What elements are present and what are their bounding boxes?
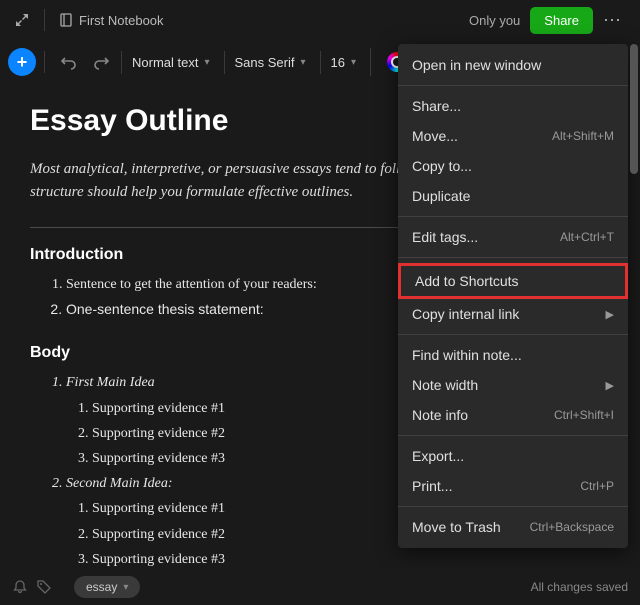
notebook-icon xyxy=(59,13,73,27)
status-bar: essay ▾ All changes saved xyxy=(0,569,640,605)
menu-duplicate[interactable]: Duplicate xyxy=(398,181,628,211)
chevron-down-icon: ▾ xyxy=(123,582,128,593)
menu-print[interactable]: Print...Ctrl+P xyxy=(398,471,628,501)
menu-move[interactable]: Move...Alt+Shift+M xyxy=(398,121,628,151)
shortcut-label: Alt+Ctrl+T xyxy=(560,230,614,244)
font-size-dropdown[interactable]: 16 ▾ xyxy=(320,51,367,74)
shortcut-label: Ctrl+P xyxy=(580,479,614,493)
redo-icon[interactable] xyxy=(85,53,117,71)
font-size-label: 16 xyxy=(331,55,345,70)
chevron-down-icon: ▾ xyxy=(351,57,356,68)
font-family-label: Sans Serif xyxy=(235,55,295,70)
menu-edit-tags[interactable]: Edit tags...Alt+Ctrl+T xyxy=(398,222,628,252)
notebook-name: First Notebook xyxy=(79,13,164,28)
menu-separator xyxy=(398,216,628,217)
font-family-dropdown[interactable]: Sans Serif ▾ xyxy=(224,51,316,74)
menu-separator xyxy=(398,334,628,335)
tag-icon[interactable] xyxy=(36,579,52,595)
notebook-button[interactable]: First Notebook xyxy=(53,9,170,32)
tag-pill[interactable]: essay ▾ xyxy=(74,576,140,598)
menu-separator xyxy=(398,85,628,86)
menu-separator xyxy=(398,506,628,507)
shortcut-label: Ctrl+Backspace xyxy=(530,520,614,534)
menu-copy-internal-link[interactable]: Copy internal link▶ xyxy=(398,299,628,329)
menu-share[interactable]: Share... xyxy=(398,91,628,121)
menu-export[interactable]: Export... xyxy=(398,441,628,471)
menu-copy-to[interactable]: Copy to... xyxy=(398,151,628,181)
expand-icon[interactable] xyxy=(8,6,36,34)
chevron-down-icon: ▾ xyxy=(300,57,305,68)
save-status: All changes saved xyxy=(531,580,628,594)
menu-separator xyxy=(398,435,628,436)
share-button[interactable]: Share xyxy=(530,7,593,34)
insert-button[interactable]: + xyxy=(8,48,36,76)
tag-label: essay xyxy=(86,580,117,594)
shortcut-label: Alt+Shift+M xyxy=(552,129,614,143)
menu-note-info[interactable]: Note infoCtrl+Shift+I xyxy=(398,400,628,430)
divider xyxy=(44,9,45,31)
undo-icon[interactable] xyxy=(53,53,85,71)
scrollbar-track[interactable] xyxy=(630,44,638,569)
chevron-down-icon: ▾ xyxy=(204,57,209,68)
more-icon[interactable]: ⋯ xyxy=(593,10,632,31)
shortcut-label: Ctrl+Shift+I xyxy=(554,408,614,422)
note-context-menu: Open in new window Share... Move...Alt+S… xyxy=(398,44,628,548)
submenu-arrow-icon: ▶ xyxy=(606,379,614,392)
paragraph-style-label: Normal text xyxy=(132,55,198,70)
submenu-arrow-icon: ▶ xyxy=(606,308,614,321)
window-header: First Notebook Only you Share ⋯ xyxy=(0,0,640,40)
menu-find-within[interactable]: Find within note... xyxy=(398,340,628,370)
menu-separator xyxy=(398,257,628,258)
menu-note-width[interactable]: Note width▶ xyxy=(398,370,628,400)
visibility-label[interactable]: Only you xyxy=(469,13,520,28)
menu-add-to-shortcuts[interactable]: Add to Shortcuts xyxy=(398,263,628,299)
paragraph-style-dropdown[interactable]: Normal text ▾ xyxy=(121,51,220,74)
menu-move-to-trash[interactable]: Move to TrashCtrl+Backspace xyxy=(398,512,628,542)
divider xyxy=(44,51,45,73)
menu-open-new-window[interactable]: Open in new window xyxy=(398,50,628,80)
scrollbar-thumb[interactable] xyxy=(630,44,638,174)
reminder-icon[interactable] xyxy=(12,579,28,595)
